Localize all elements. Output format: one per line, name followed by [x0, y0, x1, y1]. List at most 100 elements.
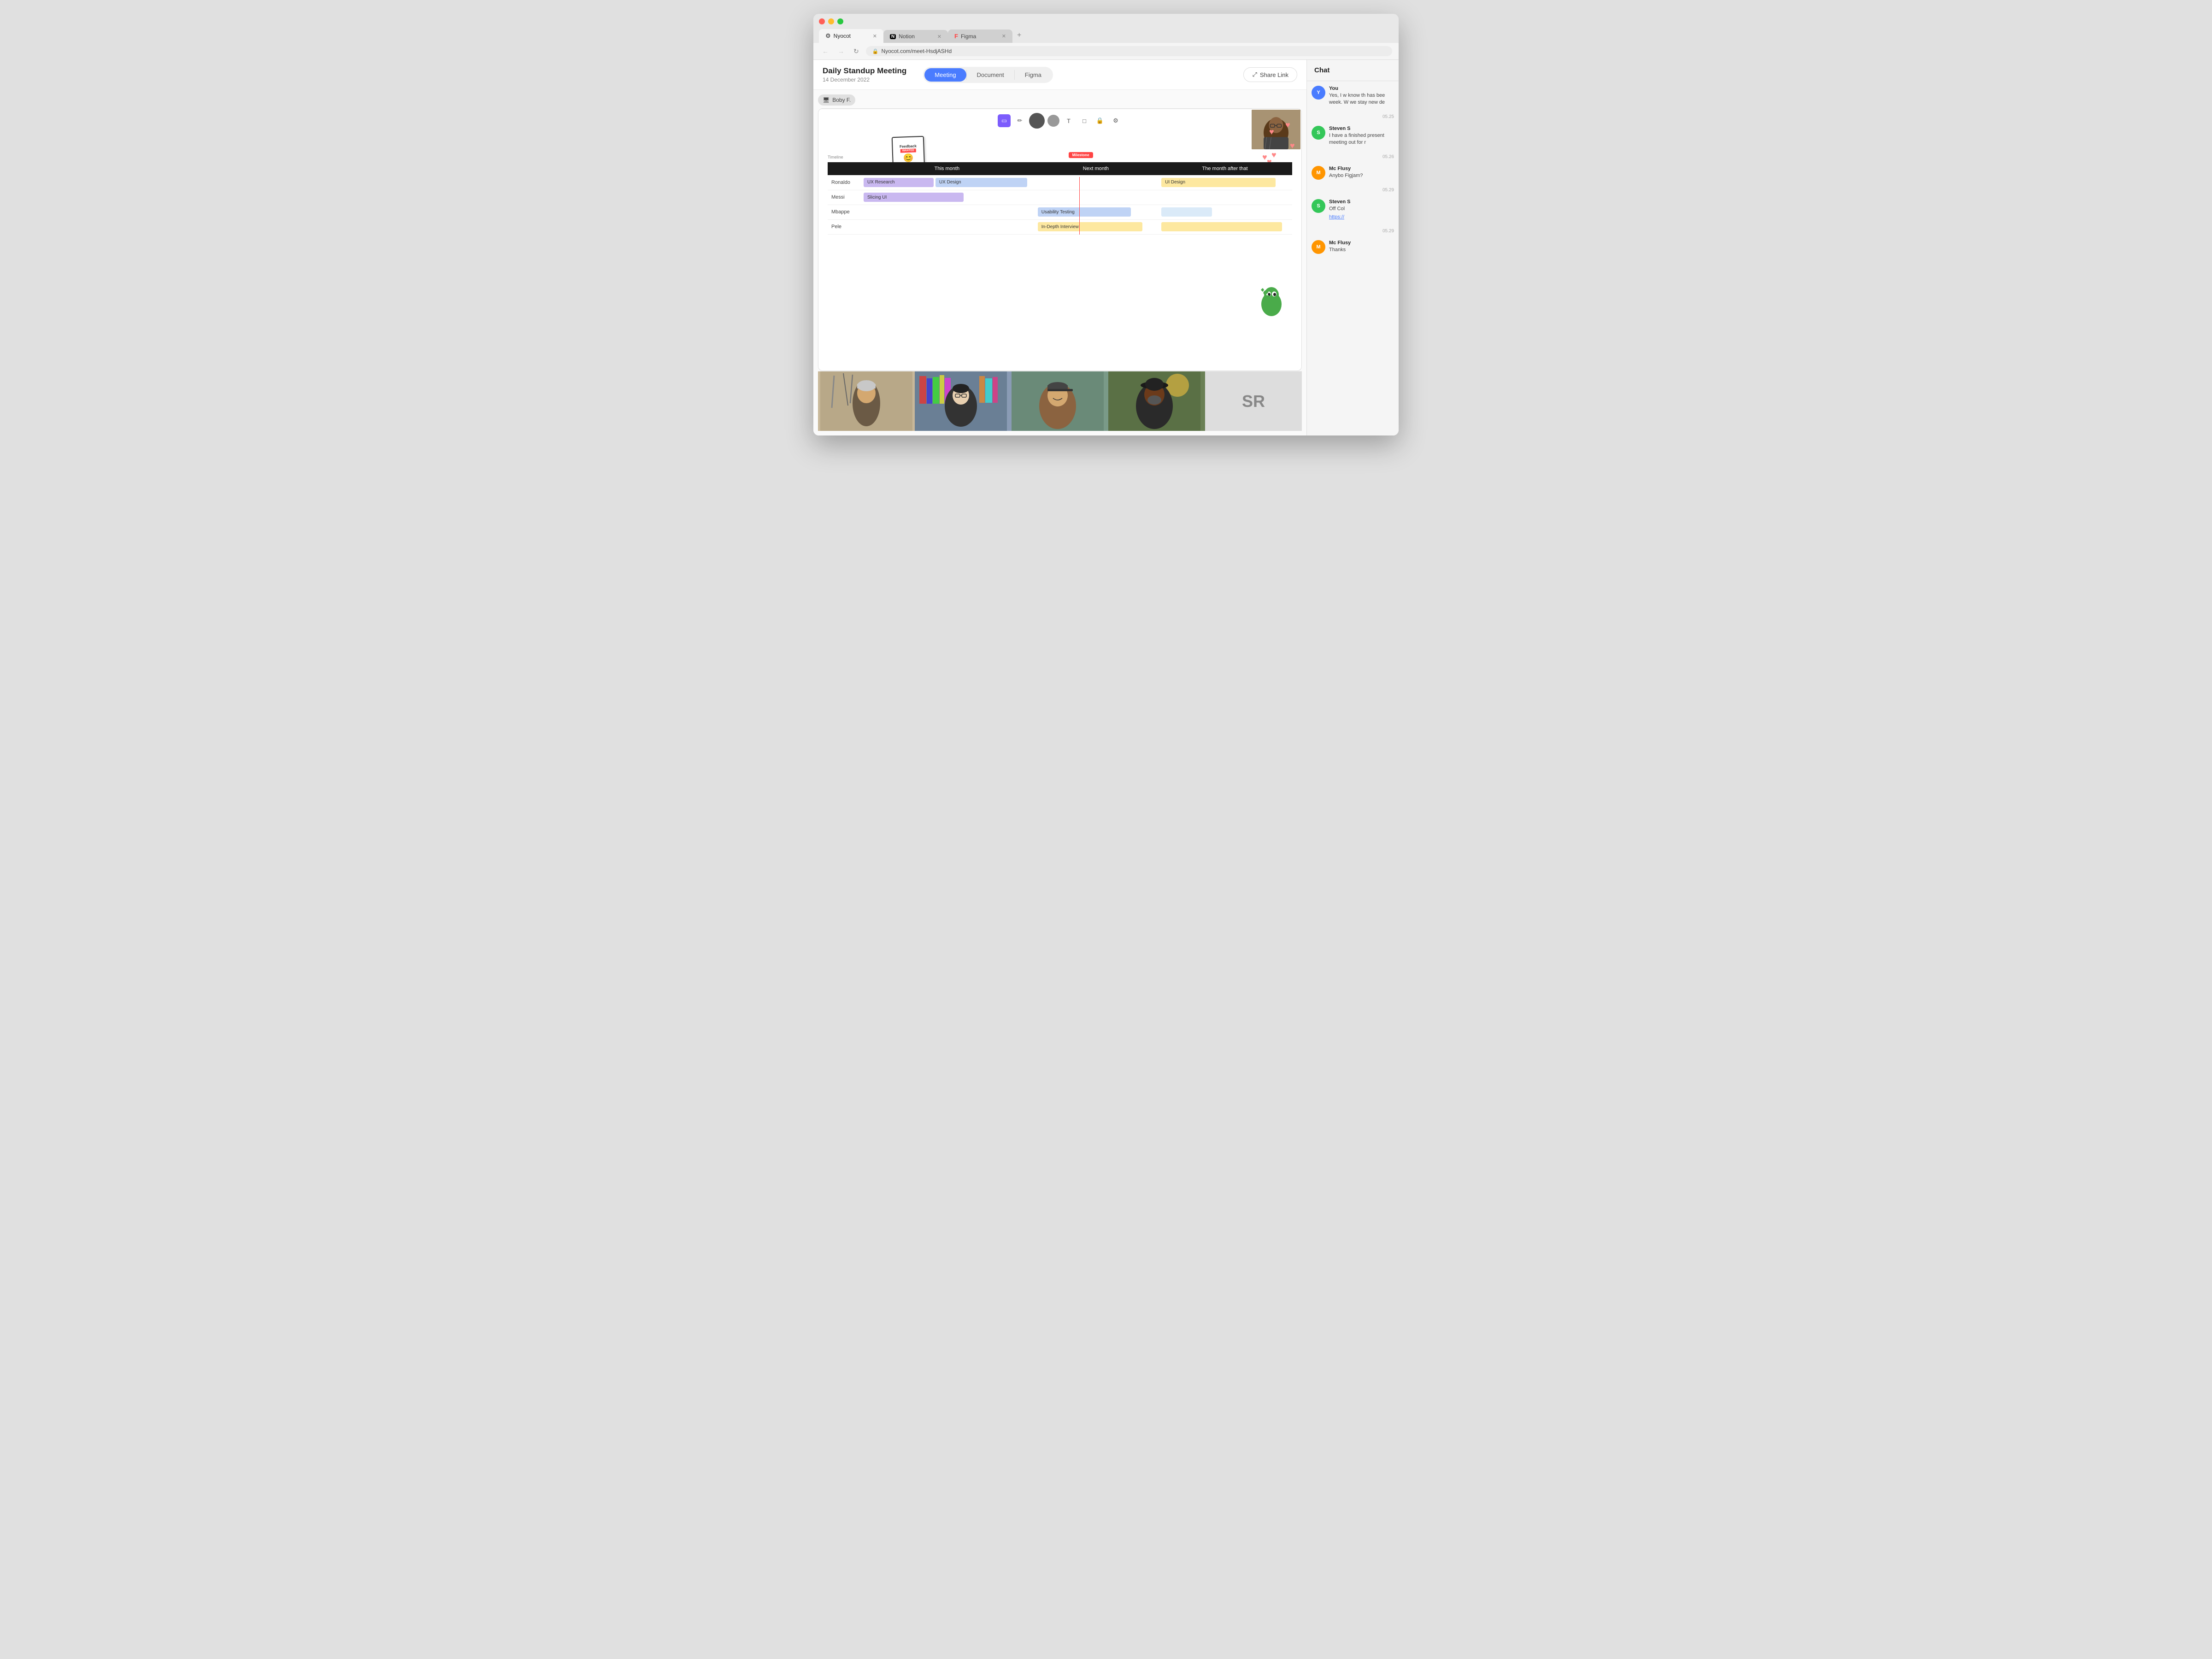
- msg-content-3: Mc Flusy Anybo Figjam?: [1329, 166, 1394, 180]
- msg-text-3: Anybo Figjam?: [1329, 172, 1394, 179]
- chat-message-2: S Steven S I have a finished present mee…: [1312, 126, 1394, 147]
- chat-header: Chat: [1307, 60, 1399, 81]
- tab-figma[interactable]: Figma: [1015, 68, 1052, 82]
- task-usability-testing: Usability Testing: [1038, 207, 1131, 217]
- msg-time-3: 05.29: [1312, 188, 1394, 193]
- tab-meeting[interactable]: Meeting: [924, 68, 966, 82]
- col-this-month: This month: [860, 162, 1034, 175]
- screen-share-label: Boby F.: [832, 97, 851, 103]
- participants-row: SR: [818, 371, 1302, 431]
- table-row: Pele In-Depth Interview: [828, 219, 1292, 234]
- task-ux-research: UX Research: [864, 178, 934, 187]
- tab-figma-label: Figma: [961, 33, 976, 40]
- meeting-header: Daily Standup Meeting 14 December 2022 M…: [813, 60, 1306, 90]
- tabs-bar: ⚙ Nyocot ✕ N Notion ✕ F Figma ✕ +: [819, 28, 1393, 43]
- msg-sender-2: Steven S: [1329, 126, 1394, 131]
- toolbar-shape[interactable]: [1029, 113, 1045, 129]
- task-ui-design: UI Design: [1161, 178, 1276, 187]
- ronaldo-this-month: UX Research UX Design: [860, 175, 1034, 190]
- heart-icon-1: ♥: [1269, 127, 1274, 137]
- screen-share-button[interactable]: 🖥 Boby F.: [818, 94, 855, 106]
- share-link-button[interactable]: ⤢ Share Link: [1243, 67, 1297, 82]
- timeline-table: This month Next month The month after th…: [828, 162, 1292, 235]
- msg-sender-3: Mc Flusy: [1329, 166, 1394, 171]
- chat-message-4: S Steven S Off Col https://: [1312, 199, 1394, 221]
- tab-figma-close[interactable]: ✕: [1002, 33, 1006, 39]
- msg-text-2: I have a finished present meeting out fo…: [1329, 132, 1394, 147]
- ronaldo-next-month: [1034, 175, 1158, 190]
- tab-nyocot-close[interactable]: ✕: [873, 33, 877, 39]
- pele-this-month: [860, 219, 1034, 234]
- maximize-button[interactable]: [837, 18, 843, 24]
- pele-month-after: [1158, 219, 1292, 234]
- address-bar: ← → ↻ 🔒 Nyocot.com/meet-HsdjASHd: [813, 43, 1399, 60]
- canvas-area: Feedback WANTED 😊 ♥ ♥ ♥ ♥ ♥ ♥ ♥: [818, 108, 1302, 371]
- participant-video-4: [1108, 371, 1205, 431]
- msg-sender-5: Mc Flusy: [1329, 240, 1394, 246]
- wanted-text: WANTED: [900, 148, 916, 153]
- table-row: Ronaldo UX Research UX Design: [828, 175, 1292, 190]
- pele-next-month: In-Depth Interview: [1034, 219, 1158, 234]
- participant-video-5: SR: [1205, 371, 1302, 431]
- task-pele-extra: [1161, 222, 1282, 231]
- toolbar-text[interactable]: T: [1062, 114, 1075, 127]
- messi-month-after: [1158, 190, 1292, 205]
- tab-notion[interactable]: N Notion ✕: [883, 30, 948, 43]
- task-slicing-ui: Slicing UI: [864, 193, 964, 202]
- msg-time-1: 05.25: [1312, 114, 1394, 119]
- milestone-line: [1079, 177, 1080, 235]
- meeting-content: 🖥 Boby F.: [813, 90, 1306, 435]
- toolbar-select[interactable]: ▭: [998, 114, 1011, 127]
- forward-button[interactable]: →: [835, 47, 847, 56]
- toolbar-more[interactable]: ⚙: [1109, 114, 1122, 127]
- person-ronaldo: Ronaldo: [828, 175, 860, 190]
- toolbar-frame[interactable]: □: [1078, 114, 1091, 127]
- ronaldo-month-after: UI Design: [1158, 175, 1292, 190]
- title-bar: ⚙ Nyocot ✕ N Notion ✕ F Figma ✕ +: [813, 14, 1399, 43]
- meeting-date: 14 December 2022: [823, 76, 906, 83]
- bottom-toolbar: ▭ ✏ T □ 🔒 ⚙: [818, 109, 1301, 132]
- tab-notion-label: Notion: [899, 33, 915, 40]
- toolbar-lock[interactable]: 🔒: [1094, 114, 1106, 127]
- close-button[interactable]: [819, 18, 825, 24]
- table-row: Mbappe Usability Testing: [828, 205, 1292, 219]
- tab-figma[interactable]: F Figma ✕: [948, 29, 1012, 43]
- timeline-label: Timeline: [828, 155, 1292, 159]
- screen-icon: 🖥: [823, 97, 830, 103]
- col-next-month: Next month: [1034, 162, 1158, 175]
- reload-button[interactable]: ↻: [851, 47, 861, 56]
- avatar-steven-2: S: [1312, 199, 1325, 213]
- msg-sender-1: You: [1329, 86, 1394, 91]
- person-pele: Pele: [828, 219, 860, 234]
- tab-nyocot[interactable]: ⚙ Nyocot ✕: [819, 29, 883, 43]
- toolbar-circle[interactable]: [1047, 115, 1059, 127]
- table-row: Messi Slicing UI: [828, 190, 1292, 205]
- timeline-header-row: This month Next month The month after th…: [828, 162, 1292, 175]
- back-button[interactable]: ←: [820, 47, 831, 56]
- participant-video-3: [1012, 371, 1108, 431]
- tab-document[interactable]: Document: [967, 68, 1014, 82]
- url-text: Nyocot.com/meet-HsdjASHd: [881, 48, 952, 54]
- avatar-mcflusy-1: M: [1312, 166, 1325, 180]
- traffic-lights: [819, 18, 1393, 24]
- sticker-monster: [1258, 287, 1285, 324]
- msg-link-4[interactable]: https://: [1329, 214, 1344, 220]
- toolbar-pen[interactable]: ✏: [1013, 114, 1026, 127]
- task-ux-design: UX Design: [935, 178, 1027, 187]
- chat-panel: Chat Y You Yes, I w know th has bee week…: [1306, 60, 1399, 435]
- mbappe-this-month: [860, 205, 1034, 219]
- avatar-steven-1: S: [1312, 126, 1325, 140]
- share-link-label: Share Link: [1260, 71, 1288, 78]
- msg-text-1: Yes, I w know th has bee week. W we stay…: [1329, 92, 1394, 106]
- address-input[interactable]: 🔒 Nyocot.com/meet-HsdjASHd: [866, 46, 1392, 56]
- chat-message-3: M Mc Flusy Anybo Figjam?: [1312, 166, 1394, 180]
- new-tab-button[interactable]: +: [1012, 28, 1026, 43]
- participant-sr: SR: [1205, 371, 1302, 431]
- avatar-you: Y: [1312, 86, 1325, 100]
- minimize-button[interactable]: [828, 18, 834, 24]
- tab-notion-close[interactable]: ✕: [937, 34, 941, 40]
- msg-text-5: Thanks: [1329, 247, 1394, 253]
- task-interview: In-Depth Interview: [1038, 222, 1142, 231]
- meeting-title: Daily Standup Meeting: [823, 66, 906, 76]
- chat-message-1: Y You Yes, I w know th has bee week. W w…: [1312, 86, 1394, 106]
